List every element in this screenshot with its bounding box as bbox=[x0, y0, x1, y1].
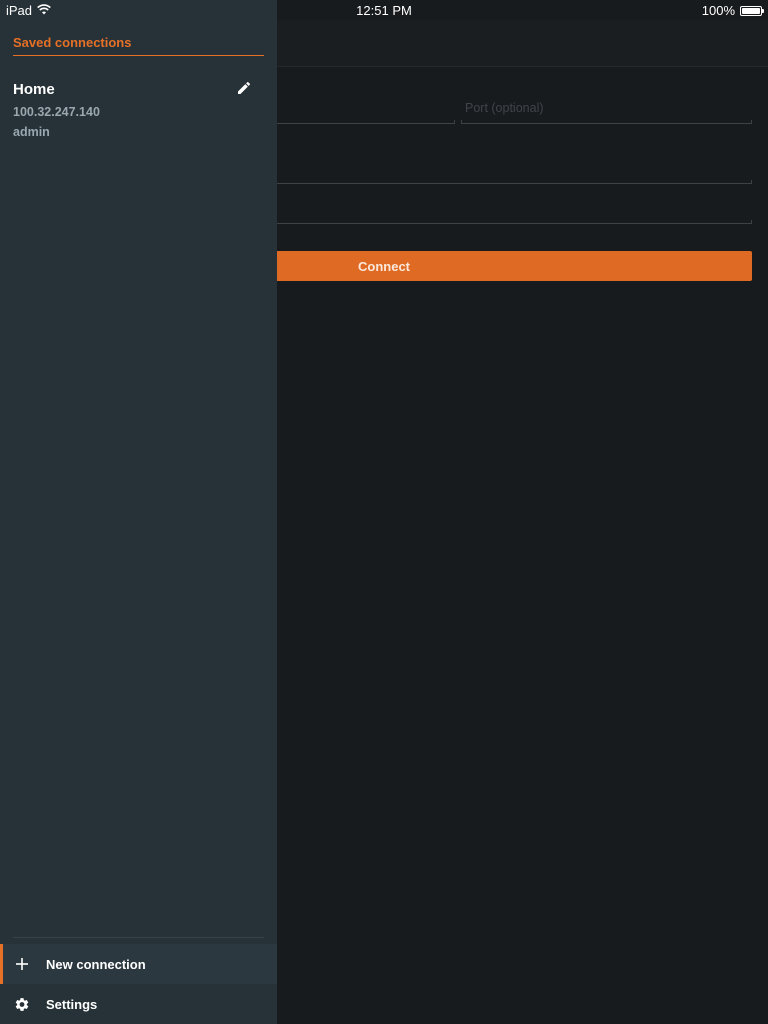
gear-icon bbox=[14, 996, 30, 1012]
navigation-drawer: Saved connections Home 100.32.247.140 ad… bbox=[0, 0, 277, 1024]
connection-user: admin bbox=[13, 125, 50, 139]
new-connection-label: New connection bbox=[46, 956, 146, 972]
connection-host: 100.32.247.140 bbox=[13, 105, 100, 119]
pencil-icon bbox=[236, 80, 252, 101]
settings-label: Settings bbox=[46, 996, 98, 1012]
saved-connection-item[interactable]: Home 100.32.247.140 admin bbox=[0, 72, 277, 148]
status-bar: iPad 12:51 PM 100% bbox=[0, 0, 768, 20]
drawer-title-underline bbox=[13, 55, 264, 56]
app-screen: iPad 12:51 PM 100% Port (optional) Conne… bbox=[0, 0, 768, 1024]
drawer-divider bbox=[13, 937, 264, 938]
connection-name: Home bbox=[13, 81, 55, 98]
drawer-title: Saved connections bbox=[13, 35, 132, 50]
battery-icon bbox=[740, 5, 764, 16]
edit-connection-button[interactable] bbox=[233, 79, 255, 101]
plus-icon bbox=[14, 956, 30, 972]
status-time: 12:51 PM bbox=[356, 3, 412, 18]
settings-button[interactable]: Settings bbox=[0, 984, 277, 1024]
port-field[interactable]: Port (optional) bbox=[461, 99, 752, 124]
battery-percent: 100% bbox=[701, 3, 735, 18]
new-connection-button[interactable]: New connection bbox=[0, 944, 277, 984]
status-right: 100% bbox=[701, 3, 764, 18]
port-placeholder: Port (optional) bbox=[465, 101, 544, 115]
